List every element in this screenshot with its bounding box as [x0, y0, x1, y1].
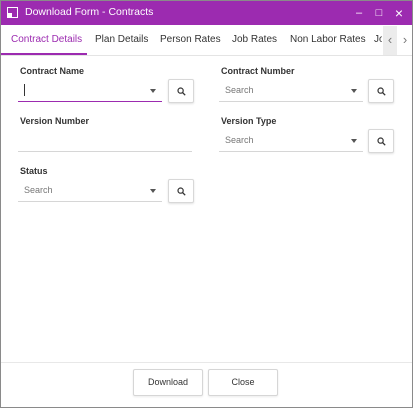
search-icon: [377, 137, 386, 146]
download-button[interactable]: Download: [133, 369, 203, 396]
status-search-button[interactable]: [168, 179, 194, 203]
dropdown-arrow-icon[interactable]: [351, 89, 357, 93]
contract-number-label: Contract Number: [221, 66, 295, 76]
tab-scroll-right-icon[interactable]: ›: [398, 26, 412, 55]
status-combobox[interactable]: Search: [18, 180, 162, 202]
status-label: Status: [20, 166, 48, 176]
version-type-placeholder: Search: [225, 135, 254, 145]
version-number-input[interactable]: [18, 130, 192, 152]
contract-number-placeholder: Search: [225, 85, 254, 95]
dropdown-arrow-icon[interactable]: [150, 189, 156, 193]
tab-person-rates[interactable]: Person Rates: [160, 26, 221, 55]
dropdown-arrow-icon[interactable]: [150, 89, 156, 93]
tab-bar: Contract Details Plan Details Person Rat…: [1, 26, 412, 56]
close-button[interactable]: Close: [208, 369, 278, 396]
text-cursor: [24, 84, 25, 96]
search-icon: [377, 87, 386, 96]
version-number-label: Version Number: [20, 116, 90, 126]
contract-name-combobox[interactable]: [18, 80, 162, 102]
search-icon: [177, 187, 186, 196]
contract-name-label: Contract Name: [20, 66, 85, 76]
version-type-label: Version Type: [221, 116, 277, 126]
status-placeholder: Search: [24, 185, 53, 195]
download-form-window: Download Form - Contracts – □ × Contract…: [0, 0, 413, 408]
version-type-search-button[interactable]: [368, 129, 394, 153]
tab-job-rates[interactable]: Job Rates: [232, 26, 277, 55]
title-bar[interactable]: Download Form - Contracts – □ ×: [1, 1, 412, 25]
app-window-icon: [7, 7, 18, 18]
version-type-combobox[interactable]: Search: [219, 130, 363, 152]
tab-non-labor-rates[interactable]: Non Labor Rates: [290, 26, 366, 55]
tab-scroll-left-icon[interactable]: ‹: [383, 26, 397, 55]
tab-contract-details[interactable]: Contract Details: [11, 26, 82, 55]
contract-number-combobox[interactable]: Search: [219, 80, 363, 102]
active-tab-indicator: [1, 53, 87, 55]
maximize-button[interactable]: □: [370, 3, 388, 23]
tab-plan-details[interactable]: Plan Details: [95, 26, 148, 55]
minimize-button[interactable]: –: [350, 3, 368, 23]
tab-scroll-controls: ‹ ›: [382, 26, 412, 55]
footer-divider: [1, 362, 412, 363]
dropdown-arrow-icon[interactable]: [351, 139, 357, 143]
window-title: Download Form - Contracts: [25, 6, 154, 18]
search-icon: [177, 87, 186, 96]
contract-number-search-button[interactable]: [368, 79, 394, 103]
close-window-button[interactable]: ×: [390, 3, 408, 23]
contract-name-search-button[interactable]: [168, 79, 194, 103]
